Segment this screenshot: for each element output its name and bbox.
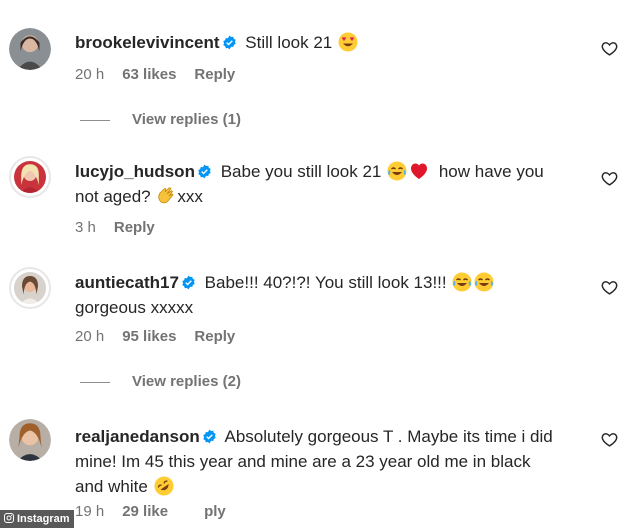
likes-count[interactable]: 29 like <box>122 503 168 520</box>
view-replies-button[interactable]: View replies (2) <box>80 373 241 390</box>
verified-badge-icon <box>198 164 211 179</box>
verified-badge-icon <box>203 429 216 444</box>
reply-button[interactable]: Reply <box>194 328 235 345</box>
divider <box>80 381 110 383</box>
comment-body: Babe!!! 40?!?! You still look 13!!! <box>204 273 447 292</box>
comment-body: Absolutely gorgeous T . Maybe its time i… <box>224 427 553 446</box>
verified-badge-icon <box>222 35 236 50</box>
avatar[interactable] <box>9 156 51 198</box>
comment-text: brookelevivincent Still look 21 <box>75 30 595 55</box>
heart-outline-icon[interactable] <box>601 431 618 448</box>
avatar[interactable] <box>9 28 51 70</box>
comment-time: 19 h <box>75 503 105 520</box>
comment-body-after: xxx <box>177 187 203 206</box>
camera-icon <box>4 513 14 523</box>
comment-text: auntiecath17 Babe!!! 40?!?! You still lo… <box>75 270 595 320</box>
view-replies-label: View replies (1) <box>132 111 241 128</box>
red-heart-emoji <box>411 163 428 179</box>
rolling-laughing-emoji <box>154 476 174 496</box>
username[interactable]: realjanedanson <box>75 427 200 446</box>
clapping-hands-emoji <box>158 187 174 204</box>
comment-time: 20 h <box>75 328 105 345</box>
divider <box>80 119 110 121</box>
comment-body: Babe you still look 21 <box>220 162 382 181</box>
comment-body: Still look 21 <box>245 33 333 52</box>
comment-body-line2: gorgeous xxxxx <box>75 298 194 317</box>
comment-body-line2: not aged? <box>75 187 151 206</box>
reply-button[interactable]: ply <box>204 503 226 520</box>
comment-body-line2: mine! Im 45 this year and mine are a 23 … <box>75 452 531 471</box>
likes-count[interactable]: 95 likes <box>122 328 176 345</box>
username[interactable]: lucyjo_hudson <box>75 162 195 181</box>
comment-text: lucyjo_hudson Babe you still look 21 how… <box>75 159 595 209</box>
avatar[interactable] <box>9 267 51 309</box>
comment-time: 3 h <box>75 219 96 236</box>
likes-count[interactable]: 63 likes <box>122 66 176 83</box>
tears-of-joy-emoji <box>452 272 472 292</box>
watermark-label: Instagram <box>17 513 70 525</box>
reply-button[interactable]: Reply <box>194 66 235 83</box>
view-replies-label: View replies (2) <box>132 373 241 390</box>
comment-body-line3: and white <box>75 477 148 496</box>
verified-badge-icon <box>182 275 195 290</box>
tears-of-joy-emoji <box>474 272 494 292</box>
comment-meta: 19 h 29 like ply <box>75 503 244 520</box>
username[interactable]: brookelevivincent <box>75 33 220 52</box>
heart-outline-icon[interactable] <box>601 170 618 187</box>
comment-text: realjanedanson Absolutely gorgeous T . M… <box>75 424 595 499</box>
reply-button[interactable]: Reply <box>114 219 155 236</box>
heart-eyes-emoji <box>338 32 358 52</box>
comment-time: 20 h <box>75 66 105 83</box>
comment-meta: 3 h Reply <box>75 219 173 236</box>
comment-body-mid: how have you <box>438 162 544 181</box>
username[interactable]: auntiecath17 <box>75 273 179 292</box>
instagram-watermark: Instagram <box>0 510 74 528</box>
avatar[interactable] <box>9 419 51 461</box>
heart-outline-icon[interactable] <box>601 279 618 296</box>
comment-meta: 20 h 95 likes Reply <box>75 328 253 345</box>
heart-outline-icon[interactable] <box>601 40 618 57</box>
view-replies-button[interactable]: View replies (1) <box>80 111 241 128</box>
tears-of-joy-emoji <box>387 161 407 181</box>
comment-meta: 20 h 63 likes Reply <box>75 66 253 83</box>
